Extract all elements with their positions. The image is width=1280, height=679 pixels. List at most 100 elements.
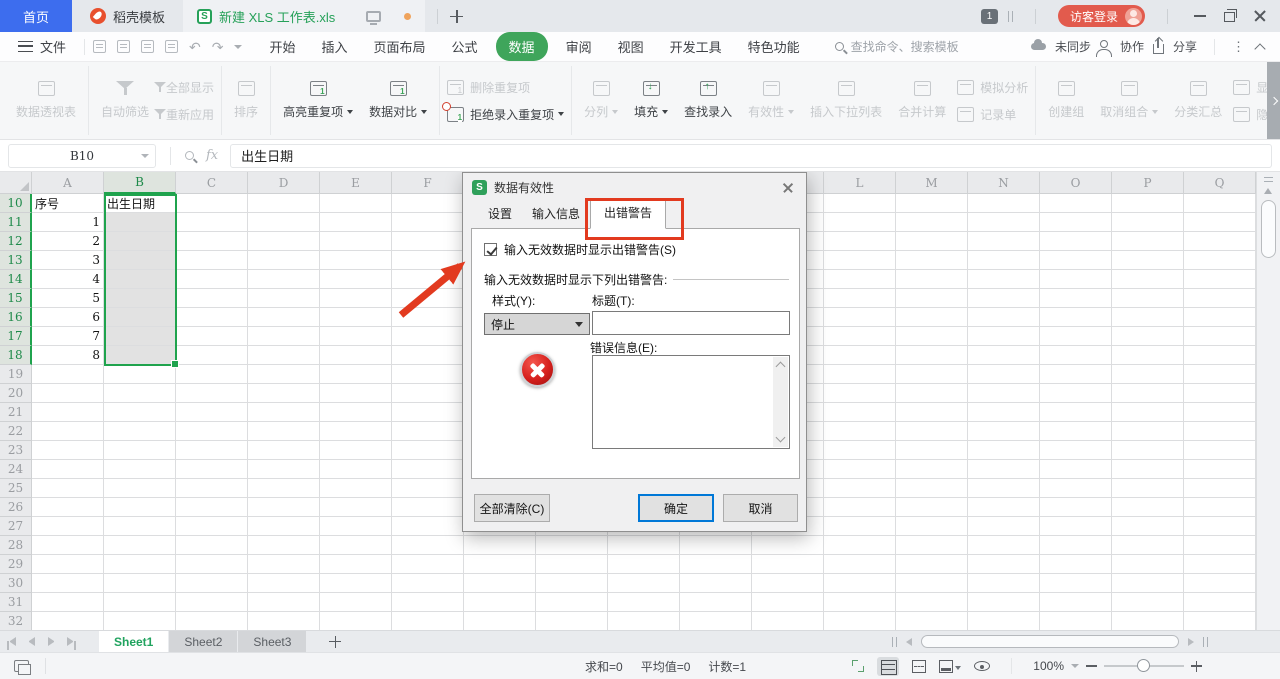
cell-L20[interactable] <box>824 384 896 403</box>
cell-F20[interactable] <box>392 384 464 403</box>
zoom-slider-knob[interactable] <box>1137 659 1150 672</box>
cell-L16[interactable] <box>824 308 896 327</box>
cell-D12[interactable] <box>248 232 320 251</box>
cell-O31[interactable] <box>1040 593 1112 612</box>
cell-P14[interactable] <box>1112 270 1184 289</box>
cell-L10[interactable] <box>824 194 896 213</box>
textarea-scrollbar[interactable] <box>773 357 788 447</box>
cell-D27[interactable] <box>248 517 320 536</box>
cell-F14[interactable] <box>392 270 464 289</box>
cell-A13[interactable]: 3 <box>32 251 104 270</box>
cell-B29[interactable] <box>104 555 176 574</box>
cell-M16[interactable] <box>896 308 968 327</box>
cell-C19[interactable] <box>176 365 248 384</box>
cell-Q27[interactable] <box>1184 517 1256 536</box>
cell-B14[interactable] <box>104 270 176 289</box>
cell-D21[interactable] <box>248 403 320 422</box>
sheet-tab-sheet3[interactable]: Sheet3 <box>238 631 306 653</box>
cell-D15[interactable] <box>248 289 320 308</box>
scroll-down-icon[interactable] <box>776 433 786 443</box>
menu-tab-公式[interactable]: 公式 <box>439 32 491 61</box>
sync-status[interactable]: 未同步 <box>1055 38 1091 55</box>
cell-L23[interactable] <box>824 441 896 460</box>
cell-O15[interactable] <box>1040 289 1112 308</box>
cell-I31[interactable] <box>608 593 680 612</box>
cell-A12[interactable]: 2 <box>32 232 104 251</box>
cell-K30[interactable] <box>752 574 824 593</box>
cell-C23[interactable] <box>176 441 248 460</box>
cell-Q11[interactable] <box>1184 213 1256 232</box>
cell-P13[interactable] <box>1112 251 1184 270</box>
cell-C32[interactable] <box>176 612 248 630</box>
cell-F21[interactable] <box>392 403 464 422</box>
undo-icon[interactable]: ↶ <box>189 40 201 54</box>
cell-B32[interactable] <box>104 612 176 630</box>
cell-A15[interactable]: 5 <box>32 289 104 308</box>
cell-A26[interactable] <box>32 498 104 517</box>
collapse-ribbon-icon[interactable] <box>1254 43 1265 54</box>
cell-A29[interactable] <box>32 555 104 574</box>
dialog-tab-输入信息[interactable]: 输入信息 <box>522 200 590 228</box>
row-header-11[interactable]: 11 <box>0 213 32 232</box>
cell-A20[interactable] <box>32 384 104 403</box>
cell-F24[interactable] <box>392 460 464 479</box>
show-error-alert-checkbox[interactable] <box>484 243 497 256</box>
cell-N24[interactable] <box>968 460 1040 479</box>
cell-E20[interactable] <box>320 384 392 403</box>
menu-tab-特色功能[interactable]: 特色功能 <box>735 32 813 61</box>
row-header-26[interactable]: 26 <box>0 498 32 517</box>
page-break-view-icon[interactable] <box>912 660 926 673</box>
cell-E23[interactable] <box>320 441 392 460</box>
cell-F18[interactable] <box>392 346 464 365</box>
cell-O28[interactable] <box>1040 536 1112 555</box>
print-preview-icon[interactable] <box>165 40 178 53</box>
cell-E10[interactable] <box>320 194 392 213</box>
cell-P19[interactable] <box>1112 365 1184 384</box>
cell-Q24[interactable] <box>1184 460 1256 479</box>
cell-L30[interactable] <box>824 574 896 593</box>
next-sheet-icon[interactable] <box>48 637 54 646</box>
scroll-left-icon[interactable] <box>906 638 912 646</box>
cell-F10[interactable] <box>392 194 464 213</box>
cell-O19[interactable] <box>1040 365 1112 384</box>
row-header-20[interactable]: 20 <box>0 384 32 403</box>
cell-M22[interactable] <box>896 422 968 441</box>
cell-Q31[interactable] <box>1184 593 1256 612</box>
cell-Q20[interactable] <box>1184 384 1256 403</box>
cell-M11[interactable] <box>896 213 968 232</box>
cell-N16[interactable] <box>968 308 1040 327</box>
menu-tab-开发工具[interactable]: 开发工具 <box>657 32 735 61</box>
cell-C18[interactable] <box>176 346 248 365</box>
cell-P24[interactable] <box>1112 460 1184 479</box>
cell-Q32[interactable] <box>1184 612 1256 630</box>
insert-function-icon[interactable]: fx <box>206 148 218 163</box>
horizontal-scrollbar-thumb[interactable] <box>921 635 1179 648</box>
cell-F16[interactable] <box>392 308 464 327</box>
scroll-up-icon[interactable] <box>1264 188 1272 194</box>
cell-B28[interactable] <box>104 536 176 555</box>
cancel-button[interactable]: 取消 <box>723 494 798 522</box>
cell-B15[interactable] <box>104 289 176 308</box>
cell-E22[interactable] <box>320 422 392 441</box>
reading-view-icon[interactable] <box>974 661 990 671</box>
row-header-31[interactable]: 31 <box>0 593 32 612</box>
cell-D13[interactable] <box>248 251 320 270</box>
export-icon[interactable] <box>117 40 130 53</box>
cell-N29[interactable] <box>968 555 1040 574</box>
cell-C30[interactable] <box>176 574 248 593</box>
cell-G31[interactable] <box>464 593 536 612</box>
cell-D31[interactable] <box>248 593 320 612</box>
cell-O12[interactable] <box>1040 232 1112 251</box>
cell-M15[interactable] <box>896 289 968 308</box>
cell-B18[interactable] <box>104 346 176 365</box>
cell-D22[interactable] <box>248 422 320 441</box>
cell-E26[interactable] <box>320 498 392 517</box>
ok-button[interactable]: 确定 <box>638 494 714 522</box>
cell-L32[interactable] <box>824 612 896 630</box>
cell-H31[interactable] <box>536 593 608 612</box>
cell-E13[interactable] <box>320 251 392 270</box>
cell-N10[interactable] <box>968 194 1040 213</box>
cell-C10[interactable] <box>176 194 248 213</box>
cell-H30[interactable] <box>536 574 608 593</box>
cell-B12[interactable] <box>104 232 176 251</box>
